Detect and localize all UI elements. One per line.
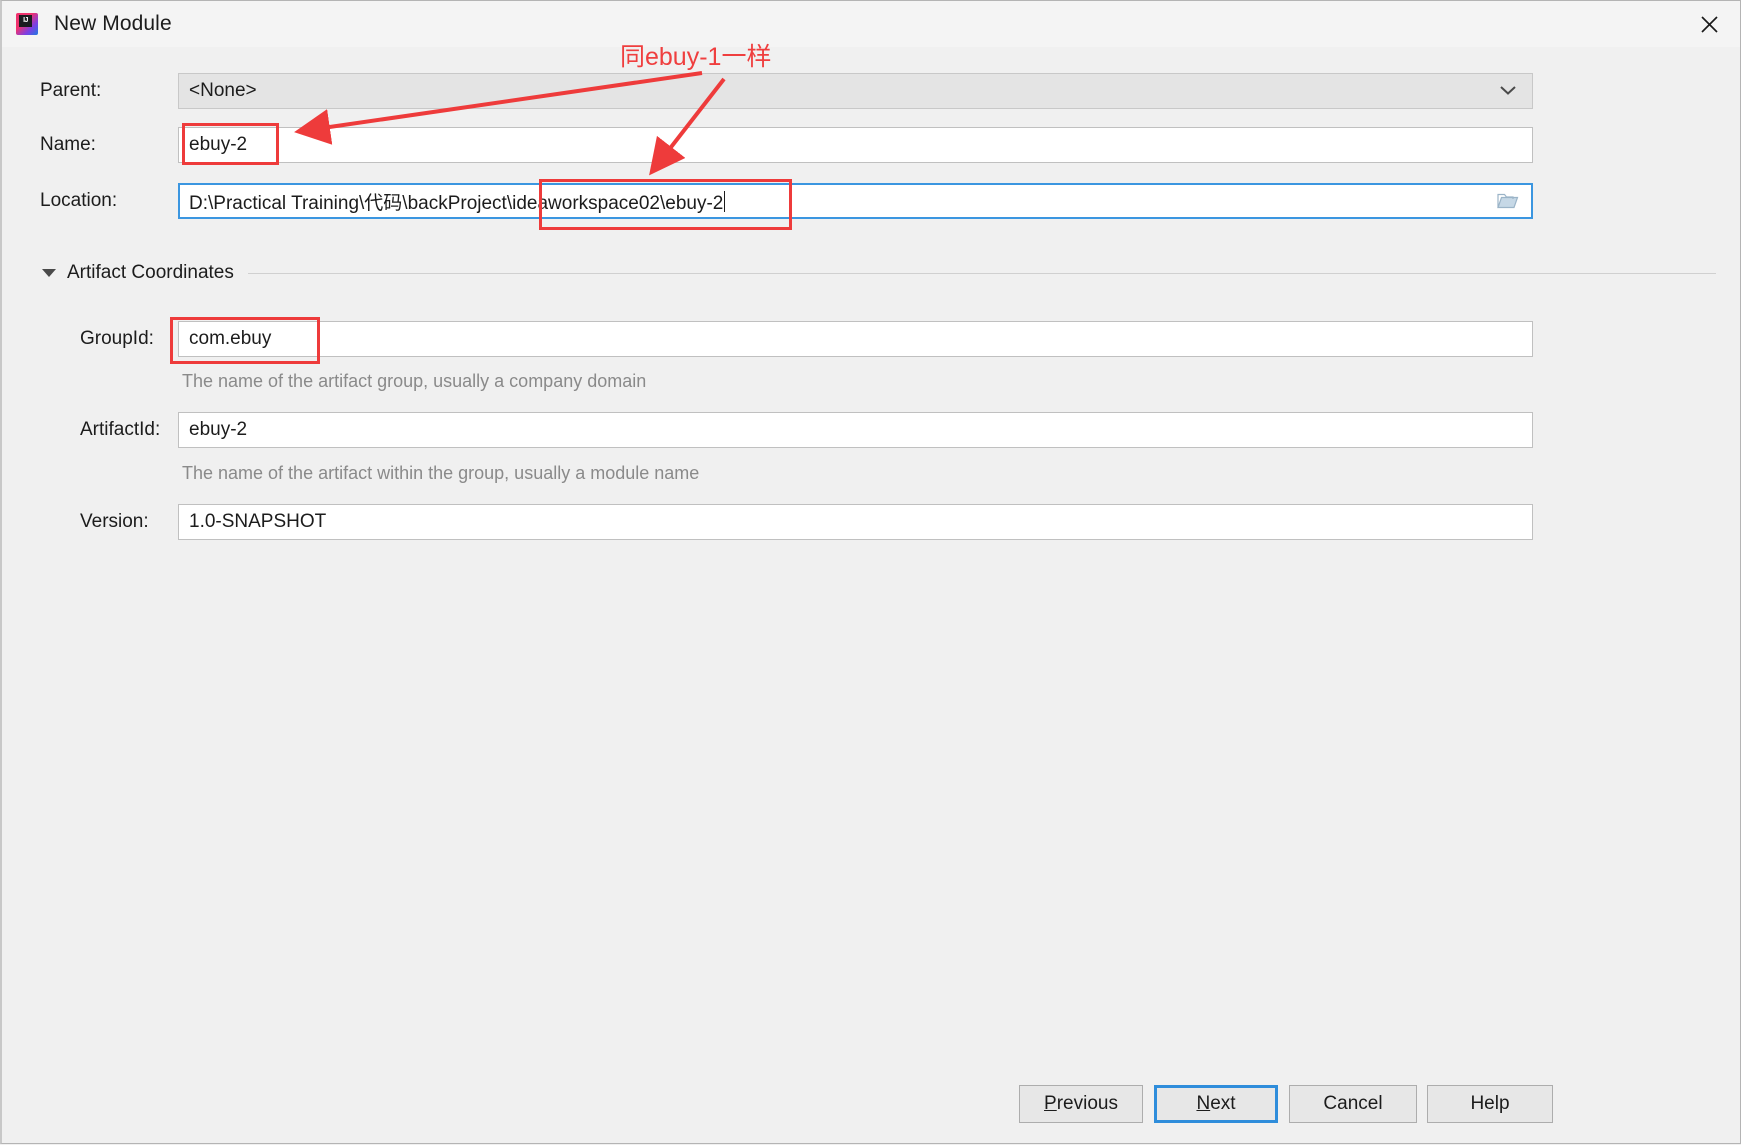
groupid-label: GroupId: bbox=[80, 328, 154, 349]
parent-value: <None> bbox=[189, 80, 257, 101]
close-button[interactable] bbox=[1678, 1, 1740, 47]
location-value: D:\Practical Training\代码\backProject\ide… bbox=[189, 192, 724, 214]
cancel-label: Cancel bbox=[1323, 1093, 1383, 1114]
text-caret bbox=[724, 190, 726, 212]
name-input[interactable]: ebuy-2 bbox=[178, 127, 1533, 163]
dialog-button-bar: Previous Next Cancel Help bbox=[2, 1065, 1740, 1143]
next-button[interactable]: Next bbox=[1154, 1085, 1278, 1123]
version-input[interactable]: 1.0-SNAPSHOT bbox=[178, 504, 1533, 540]
annotation-overlay: 同ebuy-1一样 bbox=[2, 1, 1740, 1143]
previous-button[interactable]: Previous bbox=[1019, 1085, 1143, 1123]
artifactid-row: ArtifactId: ebuy-2 bbox=[2, 412, 1740, 448]
parent-select[interactable]: <None> bbox=[178, 73, 1533, 109]
artifactid-label: ArtifactId: bbox=[80, 419, 161, 440]
location-row: Location: D:\Practical Training\代码\backP… bbox=[2, 183, 1740, 219]
parent-row: Parent: <None> bbox=[2, 73, 1740, 109]
version-label: Version: bbox=[80, 511, 149, 532]
triangle-down-icon[interactable] bbox=[42, 269, 56, 277]
new-module-dialog: New Module Parent: <None> Name: ebuy-2 bbox=[0, 0, 1741, 1144]
name-row: Name: ebuy-2 bbox=[2, 127, 1740, 163]
next-mnemonic: N bbox=[1196, 1093, 1211, 1114]
section-divider bbox=[247, 272, 1716, 274]
help-button[interactable]: Help bbox=[1427, 1085, 1553, 1123]
artifactid-hint: The name of the artifact within the grou… bbox=[182, 463, 700, 483]
groupid-input[interactable]: com.ebuy bbox=[178, 321, 1533, 357]
previous-label-rest: revious bbox=[1056, 1093, 1118, 1114]
title-bar: New Module bbox=[2, 1, 1740, 47]
groupid-hint: The name of the artifact group, usually … bbox=[182, 371, 647, 391]
name-label: Name: bbox=[40, 134, 96, 155]
name-value: ebuy-2 bbox=[189, 134, 248, 155]
cancel-button[interactable]: Cancel bbox=[1289, 1085, 1417, 1123]
annotation-arrows bbox=[294, 71, 726, 176]
artifactid-value: ebuy-2 bbox=[189, 419, 248, 440]
folder-icon[interactable] bbox=[1497, 192, 1519, 210]
dialog-title: New Module bbox=[54, 12, 172, 35]
help-label: Help bbox=[1470, 1093, 1510, 1114]
chevron-down-icon bbox=[1498, 80, 1518, 102]
artifact-coordinates-title: Artifact Coordinates bbox=[67, 262, 234, 283]
artifact-coordinates-header[interactable]: Artifact Coordinates bbox=[42, 259, 1716, 287]
groupid-value: com.ebuy bbox=[189, 328, 272, 349]
previous-mnemonic: P bbox=[1044, 1093, 1057, 1114]
location-input[interactable]: D:\Practical Training\代码\backProject\ide… bbox=[178, 183, 1533, 219]
version-value: 1.0-SNAPSHOT bbox=[189, 511, 327, 532]
intellij-idea-logo-icon bbox=[16, 13, 38, 35]
location-label: Location: bbox=[40, 190, 118, 211]
groupid-row: GroupId: com.ebuy bbox=[2, 321, 1740, 357]
close-icon bbox=[1700, 15, 1719, 34]
version-row: Version: 1.0-SNAPSHOT bbox=[2, 504, 1740, 540]
artifactid-input[interactable]: ebuy-2 bbox=[178, 412, 1533, 448]
parent-label: Parent: bbox=[40, 80, 102, 101]
next-label-rest: ext bbox=[1210, 1093, 1236, 1114]
